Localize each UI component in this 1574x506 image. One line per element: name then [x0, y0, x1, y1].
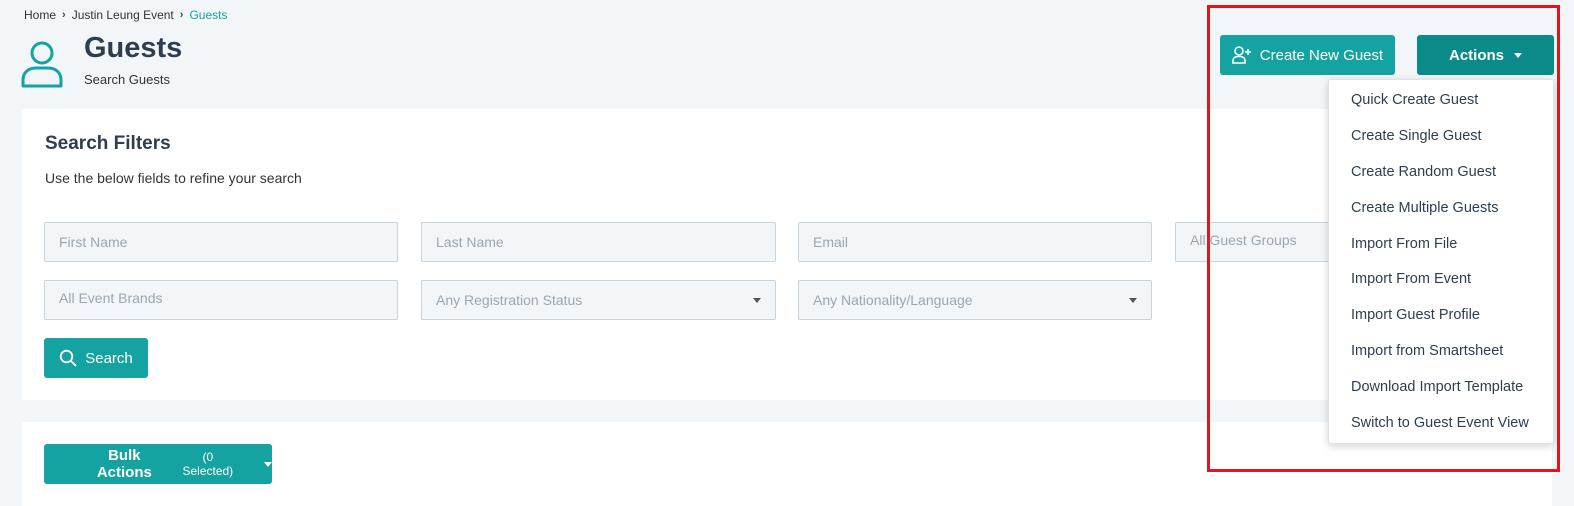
menu-item-download-import-template[interactable]: Download Import Template: [1329, 369, 1553, 405]
menu-item-quick-create-guest[interactable]: Quick Create Guest: [1329, 82, 1553, 118]
bulk-actions-button[interactable]: Bulk Actions (0 Selected): [44, 444, 272, 484]
breadcrumb-home[interactable]: Home: [24, 8, 56, 22]
chevron-right-icon: ›: [62, 9, 66, 21]
breadcrumb: Home › Justin Leung Event › Guests: [24, 8, 227, 22]
email-input[interactable]: [798, 222, 1152, 262]
search-icon: [60, 349, 77, 367]
registration-status-select[interactable]: Any Registration Status: [421, 280, 776, 320]
create-new-guest-label: Create New Guest: [1259, 46, 1384, 64]
menu-item-create-single-guest[interactable]: Create Single Guest: [1329, 118, 1553, 154]
registration-status-value: Any Registration Status: [436, 292, 583, 308]
bulk-actions-panel: Bulk Actions (0 Selected): [22, 422, 1552, 506]
menu-item-create-random-guest[interactable]: Create Random Guest: [1329, 154, 1553, 190]
first-name-input[interactable]: [44, 222, 398, 262]
caret-down-icon: [264, 461, 272, 467]
guest-groups-placeholder: All Guest Groups: [1190, 232, 1297, 248]
breadcrumb-event[interactable]: Justin Leung Event: [72, 8, 174, 22]
actions-label: Actions: [1448, 46, 1504, 64]
filters-description: Use the below fields to refine your sear…: [45, 170, 302, 186]
selected-count: (0 Selected): [182, 450, 234, 478]
menu-item-import-from-file[interactable]: Import From File: [1329, 226, 1553, 262]
menu-item-import-guest-profile[interactable]: Import Guest Profile: [1329, 297, 1553, 333]
menu-item-import-from-smartsheet[interactable]: Import from Smartsheet: [1329, 333, 1553, 369]
breadcrumb-current: Guests: [189, 8, 228, 22]
actions-button[interactable]: Actions: [1417, 35, 1554, 75]
last-name-input[interactable]: [421, 222, 776, 262]
user-plus-icon: [1231, 46, 1251, 64]
bulk-actions-label: Bulk Actions: [96, 447, 152, 481]
actions-dropdown-menu: Quick Create Guest Create Single Guest C…: [1328, 79, 1554, 444]
chevron-right-icon: ›: [179, 9, 184, 21]
search-button[interactable]: Search: [44, 338, 148, 378]
search-filters-panel: Search Filters Use the below fields to r…: [22, 109, 1552, 400]
filters-title: Search Filters: [45, 133, 171, 154]
caret-down-icon: [1514, 52, 1522, 58]
page-title: Guests: [84, 32, 183, 64]
user-icon: [21, 41, 63, 88]
page-subtitle: Search Guests: [84, 72, 170, 87]
event-brands-select[interactable]: All Event Brands: [44, 280, 398, 320]
event-brands-placeholder: All Event Brands: [59, 290, 163, 306]
caret-down-icon: [1129, 297, 1137, 303]
create-new-guest-button[interactable]: Create New Guest: [1220, 35, 1395, 75]
caret-down-icon: [753, 297, 761, 303]
nationality-language-value: Any Nationality/Language: [813, 292, 973, 308]
search-label: Search: [85, 349, 133, 367]
nationality-language-select[interactable]: Any Nationality/Language: [798, 280, 1152, 320]
menu-item-create-multiple-guests[interactable]: Create Multiple Guests: [1329, 190, 1553, 226]
menu-item-import-from-event[interactable]: Import From Event: [1329, 261, 1553, 297]
menu-item-switch-to-guest-event-view[interactable]: Switch to Guest Event View: [1329, 405, 1553, 441]
